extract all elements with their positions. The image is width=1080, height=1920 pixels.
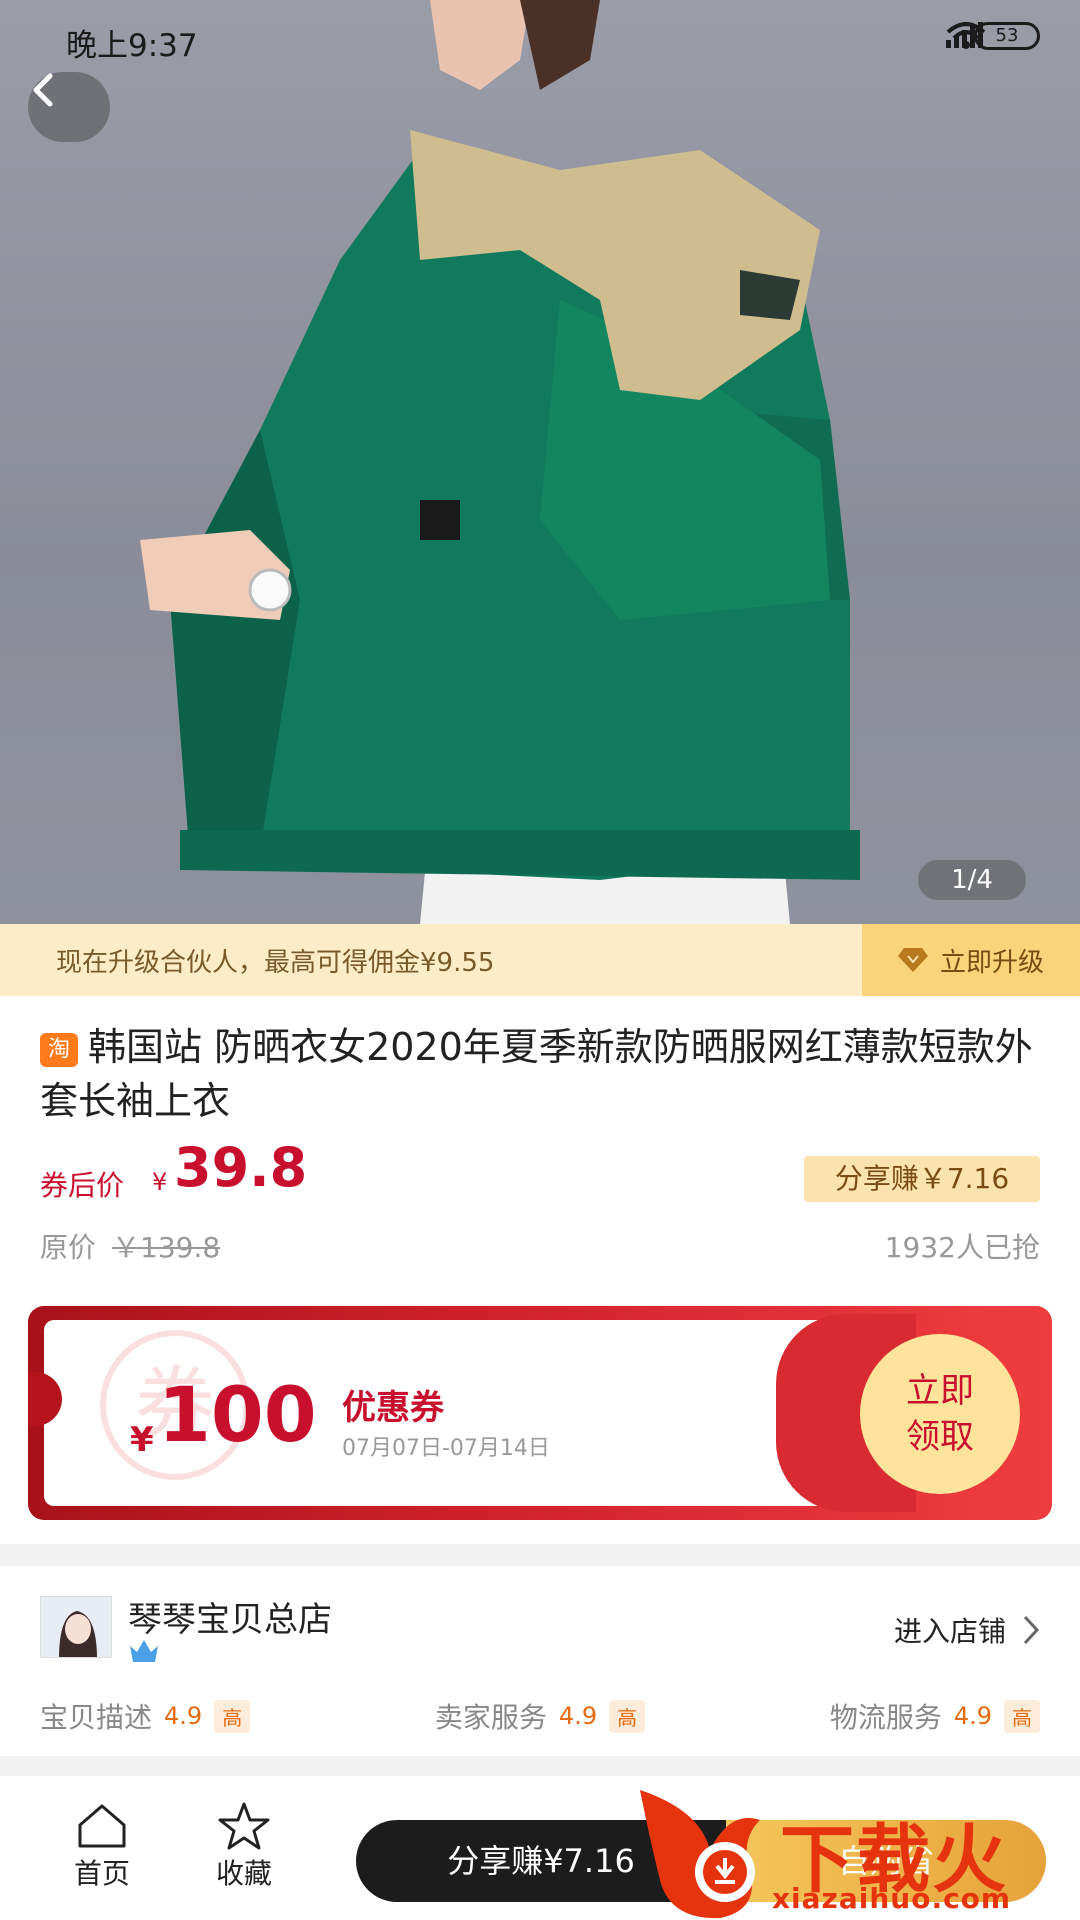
product-title-text: 韩国站 防晒衣女2020年夏季新款防晒服网红薄款短款外套长袖上衣	[40, 1025, 1033, 1123]
section-divider	[0, 1544, 1080, 1566]
nav-home-label: 首页	[73, 1857, 130, 1890]
nav-favorite-label: 收藏	[215, 1857, 272, 1890]
rating-label: 物流服务	[829, 1701, 942, 1734]
coupon-body: 券 ¥ 100 优惠券 07月07日-07月14日	[44, 1314, 916, 1512]
original-price-row: 原价 ￥139.8 1932人已抢	[40, 1226, 1040, 1266]
price-currency: ¥	[152, 1168, 168, 1196]
rating-service: 卖家服务 4.9 高	[434, 1694, 646, 1738]
status-icons: 53	[946, 22, 1040, 50]
enter-store-label: 进入店铺	[893, 1615, 1006, 1648]
share-earn-badge: 分享赚￥7.16	[804, 1156, 1040, 1202]
original-price: ￥139.8	[112, 1231, 221, 1264]
rating-description: 宝贝描述 4.9 高	[40, 1694, 251, 1738]
sold-count: 1932人已抢	[884, 1231, 1040, 1264]
crown-icon	[130, 1640, 158, 1662]
original-price-label: 原价	[40, 1231, 97, 1264]
coupon-price-label: 券后价	[40, 1169, 125, 1202]
claim-coupon-button[interactable]: 立即 领取	[860, 1334, 1020, 1494]
home-icon	[78, 1804, 126, 1848]
product-image-gallery[interactable]: 晚上9:37 53 1/4	[0, 0, 1080, 924]
coupon-currency: ¥	[130, 1420, 154, 1460]
coupon-card[interactable]: 券 ¥ 100 优惠券 07月07日-07月14日 立即 领取	[28, 1306, 1052, 1520]
status-bar: 晚上9:37 53	[0, 0, 1080, 80]
back-button[interactable]	[28, 72, 110, 142]
section-divider	[0, 1756, 1080, 1776]
upgrade-now-label: 立即升级	[939, 947, 1044, 978]
rating-score: 4.9	[953, 1702, 992, 1730]
nav-home[interactable]: 首页	[52, 1800, 152, 1892]
rating-score: 4.9	[164, 1702, 203, 1730]
upgrade-banner: 现在升级合伙人，最高可得佣金¥9.55 立即升级	[0, 924, 1080, 996]
store-ratings: 宝贝描述 4.9 高 卖家服务 4.9 高 物流服务 4.9 高	[40, 1694, 1040, 1738]
price-row: 券后价 ¥ 39.8 分享赚￥7.16	[40, 1136, 1040, 1206]
image-page-indicator: 1/4	[918, 860, 1026, 900]
store-avatar[interactable]	[40, 1596, 112, 1658]
product-detail-page: 晚上9:37 53 1/4 现在升级合伙人，最高可得佣金¥9.55 立即升级 淘…	[0, 0, 1080, 1920]
upgrade-now-button[interactable]: 立即升级	[862, 924, 1080, 996]
status-time: 晚上9:37	[66, 28, 198, 64]
diamond-icon	[897, 948, 928, 972]
enter-store-button[interactable]: 进入店铺	[894, 1610, 1040, 1650]
coupon-amount: 100	[158, 1370, 317, 1459]
rating-logistics: 物流服务 4.9 高	[830, 1694, 1040, 1738]
claim-coupon-line2: 领取	[906, 1417, 974, 1457]
back-icon	[33, 73, 53, 107]
nav-favorite[interactable]: 收藏	[194, 1800, 294, 1892]
store-name[interactable]: 琴琴宝贝总店	[128, 1592, 332, 1641]
store-section: 琴琴宝贝总店 进入店铺 宝贝描述 4.9 高 卖家服务 4.9 高 物流服务 4	[0, 1566, 1080, 1756]
chevron-right-icon	[1023, 1615, 1040, 1645]
rating-label: 卖家服务	[434, 1701, 547, 1734]
rating-level: 高	[1004, 1699, 1040, 1733]
rating-score: 4.9	[558, 1702, 598, 1730]
taobao-badge: 淘	[40, 1033, 78, 1067]
rating-level: 高	[609, 1699, 646, 1733]
upgrade-message: 现在升级合伙人，最高可得佣金¥9.55	[56, 948, 495, 978]
watermark-url: xiazaihuo.com	[772, 1882, 1012, 1915]
product-title: 淘韩国站 防晒衣女2020年夏季新款防晒服网红薄款短款外套长袖上衣	[40, 1020, 1050, 1128]
claim-coupon-line1: 立即	[906, 1371, 974, 1411]
coupon-name: 优惠券	[342, 1388, 444, 1428]
star-icon	[218, 1802, 270, 1850]
coupon-price: 39.8	[174, 1136, 308, 1199]
product-photo	[140, 0, 860, 924]
rating-label: 宝贝描述	[40, 1701, 153, 1734]
rating-level: 高	[214, 1699, 251, 1733]
coupon-date-range: 07月07日-07月14日	[342, 1436, 550, 1461]
